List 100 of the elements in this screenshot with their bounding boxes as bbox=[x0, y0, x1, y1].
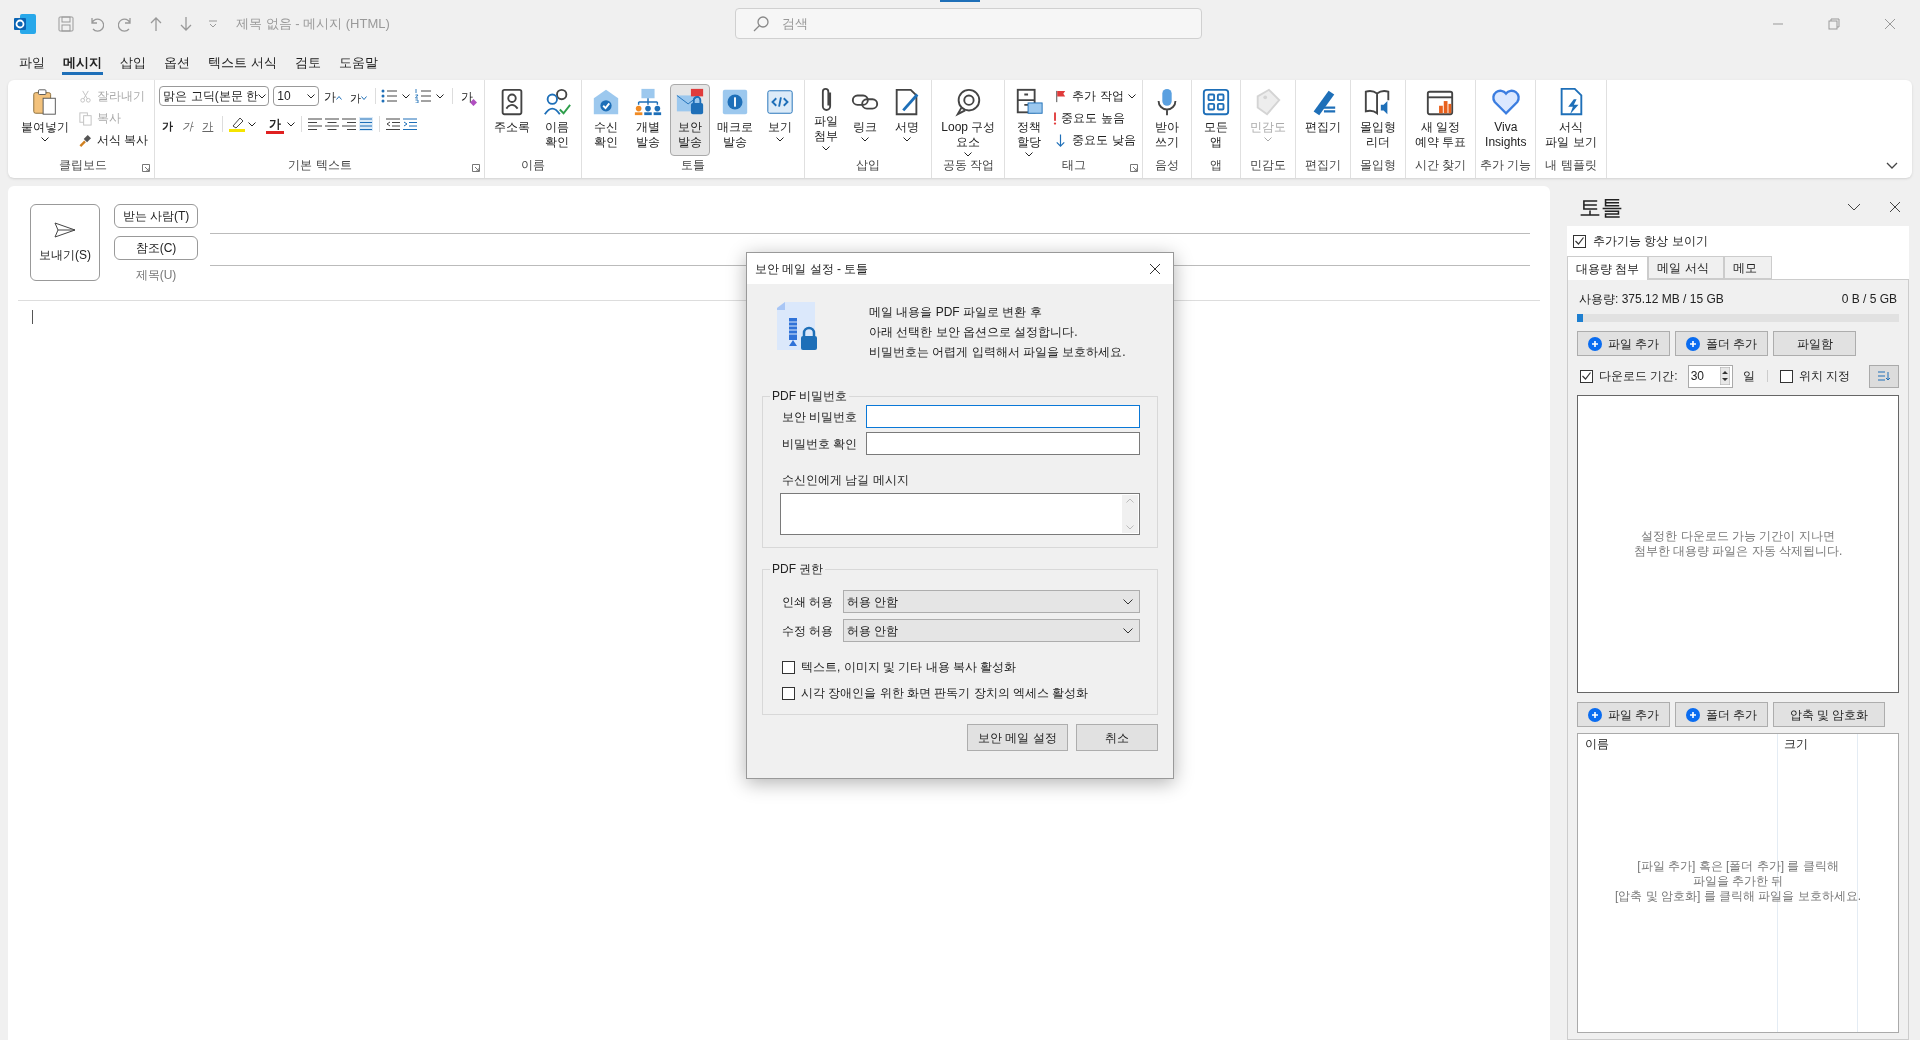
ribbon-button[interactable]: 보안 발송 bbox=[670, 84, 711, 156]
redo-icon bbox=[118, 16, 134, 32]
outdent-icon bbox=[386, 118, 401, 130]
caret-icon bbox=[1127, 93, 1136, 99]
column-header[interactable]: 이름 bbox=[1578, 734, 1777, 754]
copy-icon bbox=[78, 110, 93, 126]
ribbon-button[interactable]: 모든 앱 bbox=[1195, 84, 1236, 156]
format-button[interactable]: 가 bbox=[347, 86, 371, 106]
ribbon-button[interactable]: 정책 할당 bbox=[1009, 84, 1050, 156]
align-left-icon bbox=[308, 118, 323, 130]
ribbon-button[interactable]: 중요도 낮음 bbox=[1051, 130, 1138, 150]
checkbox-label: 시각 장애인을 위한 화면 판독기 장치의 엑세스 활성화 bbox=[801, 685, 1089, 702]
font-size-select[interactable]: 10 bbox=[273, 86, 320, 106]
ribbon-button[interactable]: 이름 확인 bbox=[537, 84, 578, 156]
add-button[interactable]: 폴더 추가 bbox=[1675, 331, 1768, 356]
ribbon-button[interactable]: 링크 bbox=[845, 84, 886, 156]
checkbox[interactable] bbox=[1779, 369, 1793, 383]
menu-tab[interactable]: 메시지 bbox=[62, 51, 103, 75]
align-right-icon bbox=[342, 118, 357, 130]
up-caret-icon bbox=[336, 96, 343, 100]
ribbon-button[interactable]: 붙여넣기 bbox=[16, 84, 74, 156]
unit-text: 일 bbox=[1742, 368, 1755, 385]
action-button[interactable]: 파일함 bbox=[1773, 331, 1856, 356]
message-field[interactable] bbox=[780, 493, 1140, 535]
days-spinner[interactable]: 30 bbox=[1687, 364, 1733, 388]
indent-icon bbox=[403, 118, 418, 130]
ribbon-button[interactable]: 보기 bbox=[760, 84, 801, 156]
menu-tab[interactable]: 옵션 bbox=[163, 51, 191, 75]
password-field[interactable] bbox=[866, 405, 1140, 428]
scissors-icon bbox=[78, 88, 93, 104]
group-label: 삽입 bbox=[855, 157, 882, 174]
person-check-icon bbox=[542, 87, 573, 117]
ribbon-button[interactable]: 몰입형 리더 bbox=[1354, 84, 1401, 156]
save-icon bbox=[58, 16, 74, 32]
dropdown[interactable]: 허용 안함 bbox=[843, 619, 1140, 642]
collapse-ribbon-icon bbox=[1886, 162, 1898, 170]
ribbon-button[interactable]: 중요도 높음 bbox=[1051, 108, 1138, 128]
menu-tab[interactable]: 검토 bbox=[293, 51, 322, 75]
outlook-logo-icon bbox=[14, 14, 36, 34]
cc-button[interactable]: 참조(C) bbox=[114, 236, 198, 260]
dialog-button[interactable]: 보안 메일 설정 bbox=[967, 724, 1068, 751]
add-button[interactable]: 파일 추가 bbox=[1577, 331, 1670, 356]
ribbon-button[interactable]: 개별 발송 bbox=[628, 84, 669, 156]
field-label: 인쇄 허용 bbox=[782, 593, 835, 611]
column-header[interactable]: 크기 bbox=[1778, 734, 1857, 754]
ribbon-button[interactable]: 파일 첨부 bbox=[809, 84, 844, 156]
format-button[interactable]: 가 bbox=[458, 86, 481, 106]
caret-icon bbox=[307, 93, 316, 99]
checkbox[interactable] bbox=[1580, 369, 1593, 383]
checkbox[interactable] bbox=[1573, 234, 1586, 248]
chevron-down-icon bbox=[1123, 598, 1133, 605]
menu-tab[interactable]: 도움말 bbox=[337, 51, 379, 75]
format-button[interactable]: 가 bbox=[179, 114, 197, 134]
ribbon-button[interactable]: 추가 작업 bbox=[1051, 86, 1138, 106]
pane-tab[interactable]: 대용량 첨부 bbox=[1567, 256, 1649, 280]
checkbox-label: 위치 지정 bbox=[1798, 368, 1850, 385]
dialog-button[interactable]: 취소 bbox=[1076, 724, 1158, 751]
ribbon-button[interactable]: 서명 bbox=[887, 84, 928, 156]
dropdown[interactable]: 허용 안함 bbox=[843, 590, 1140, 613]
group-label: 민감도 bbox=[1248, 157, 1287, 174]
format-button[interactable]: 가 bbox=[159, 114, 177, 134]
checkmark-icon bbox=[1582, 372, 1591, 380]
menu-tab[interactable]: 파일 bbox=[18, 51, 46, 75]
send-button[interactable]: 보내기(S) bbox=[30, 204, 100, 281]
pane-tab[interactable]: 메모 bbox=[1723, 256, 1772, 279]
format-button[interactable]: 가 bbox=[199, 114, 217, 134]
ribbon-button[interactable]: 주소록 bbox=[489, 84, 536, 156]
search-field[interactable]: 검색 bbox=[735, 8, 1202, 39]
ribbon-button[interactable]: 매크로 발송 bbox=[712, 84, 759, 156]
action-button[interactable]: 압축 및 암호화 bbox=[1773, 702, 1885, 727]
ribbon-button[interactable]: 받아 쓰기 bbox=[1146, 84, 1187, 156]
menu-tab[interactable]: 삽입 bbox=[119, 51, 147, 75]
to-button[interactable]: 받는 사람(T) bbox=[114, 204, 198, 228]
field-label: 보안 비밀번호 bbox=[782, 408, 859, 426]
format-button[interactable]: 가 bbox=[321, 86, 346, 106]
checkbox[interactable] bbox=[782, 686, 795, 700]
scroll-down-icon bbox=[1126, 525, 1134, 530]
ribbon-button[interactable]: 서식 복사 bbox=[76, 130, 151, 150]
ribbon-button[interactable]: 수신 확인 bbox=[586, 84, 627, 156]
ribbon-button[interactable]: 편집기 bbox=[1299, 84, 1346, 156]
plus-circle-icon bbox=[1685, 707, 1700, 722]
menu-tab[interactable]: 텍스트 서식 bbox=[207, 51, 278, 75]
add-button[interactable]: 폴더 추가 bbox=[1675, 702, 1768, 727]
format-button[interactable]: 가 bbox=[266, 114, 285, 134]
cabinet-mail-icon bbox=[1014, 87, 1045, 117]
close-icon bbox=[1889, 201, 1901, 213]
checkbox-label: 텍스트, 이미지 및 기타 내용 복사 활성화 bbox=[801, 659, 1017, 676]
checkbox[interactable] bbox=[782, 660, 795, 674]
sort-button[interactable] bbox=[1869, 364, 1899, 388]
font-select[interactable]: 맑은 고딕(본문 한 bbox=[159, 86, 270, 106]
ribbon-button[interactable]: Viva Insights bbox=[1480, 84, 1532, 156]
add-button[interactable]: 파일 추가 bbox=[1577, 702, 1670, 727]
pane-tab[interactable]: 메일 서식 bbox=[1648, 256, 1724, 279]
group-label: 편집기 bbox=[1303, 157, 1342, 174]
ribbon-button[interactable]: Loop 구성 요소 bbox=[936, 84, 1001, 156]
caret-icon bbox=[248, 121, 257, 127]
upload-list[interactable]: 설정한 다운로드 가능 기간이 지나면 첨부한 대용량 파일은 자동 삭제됩니다. bbox=[1577, 395, 1899, 693]
password-field[interactable] bbox=[866, 432, 1140, 455]
ribbon-button[interactable]: 새 일정 예약 투표 bbox=[1409, 84, 1472, 156]
ribbon-button[interactable]: 서식 파일 보기 bbox=[1540, 84, 1602, 156]
